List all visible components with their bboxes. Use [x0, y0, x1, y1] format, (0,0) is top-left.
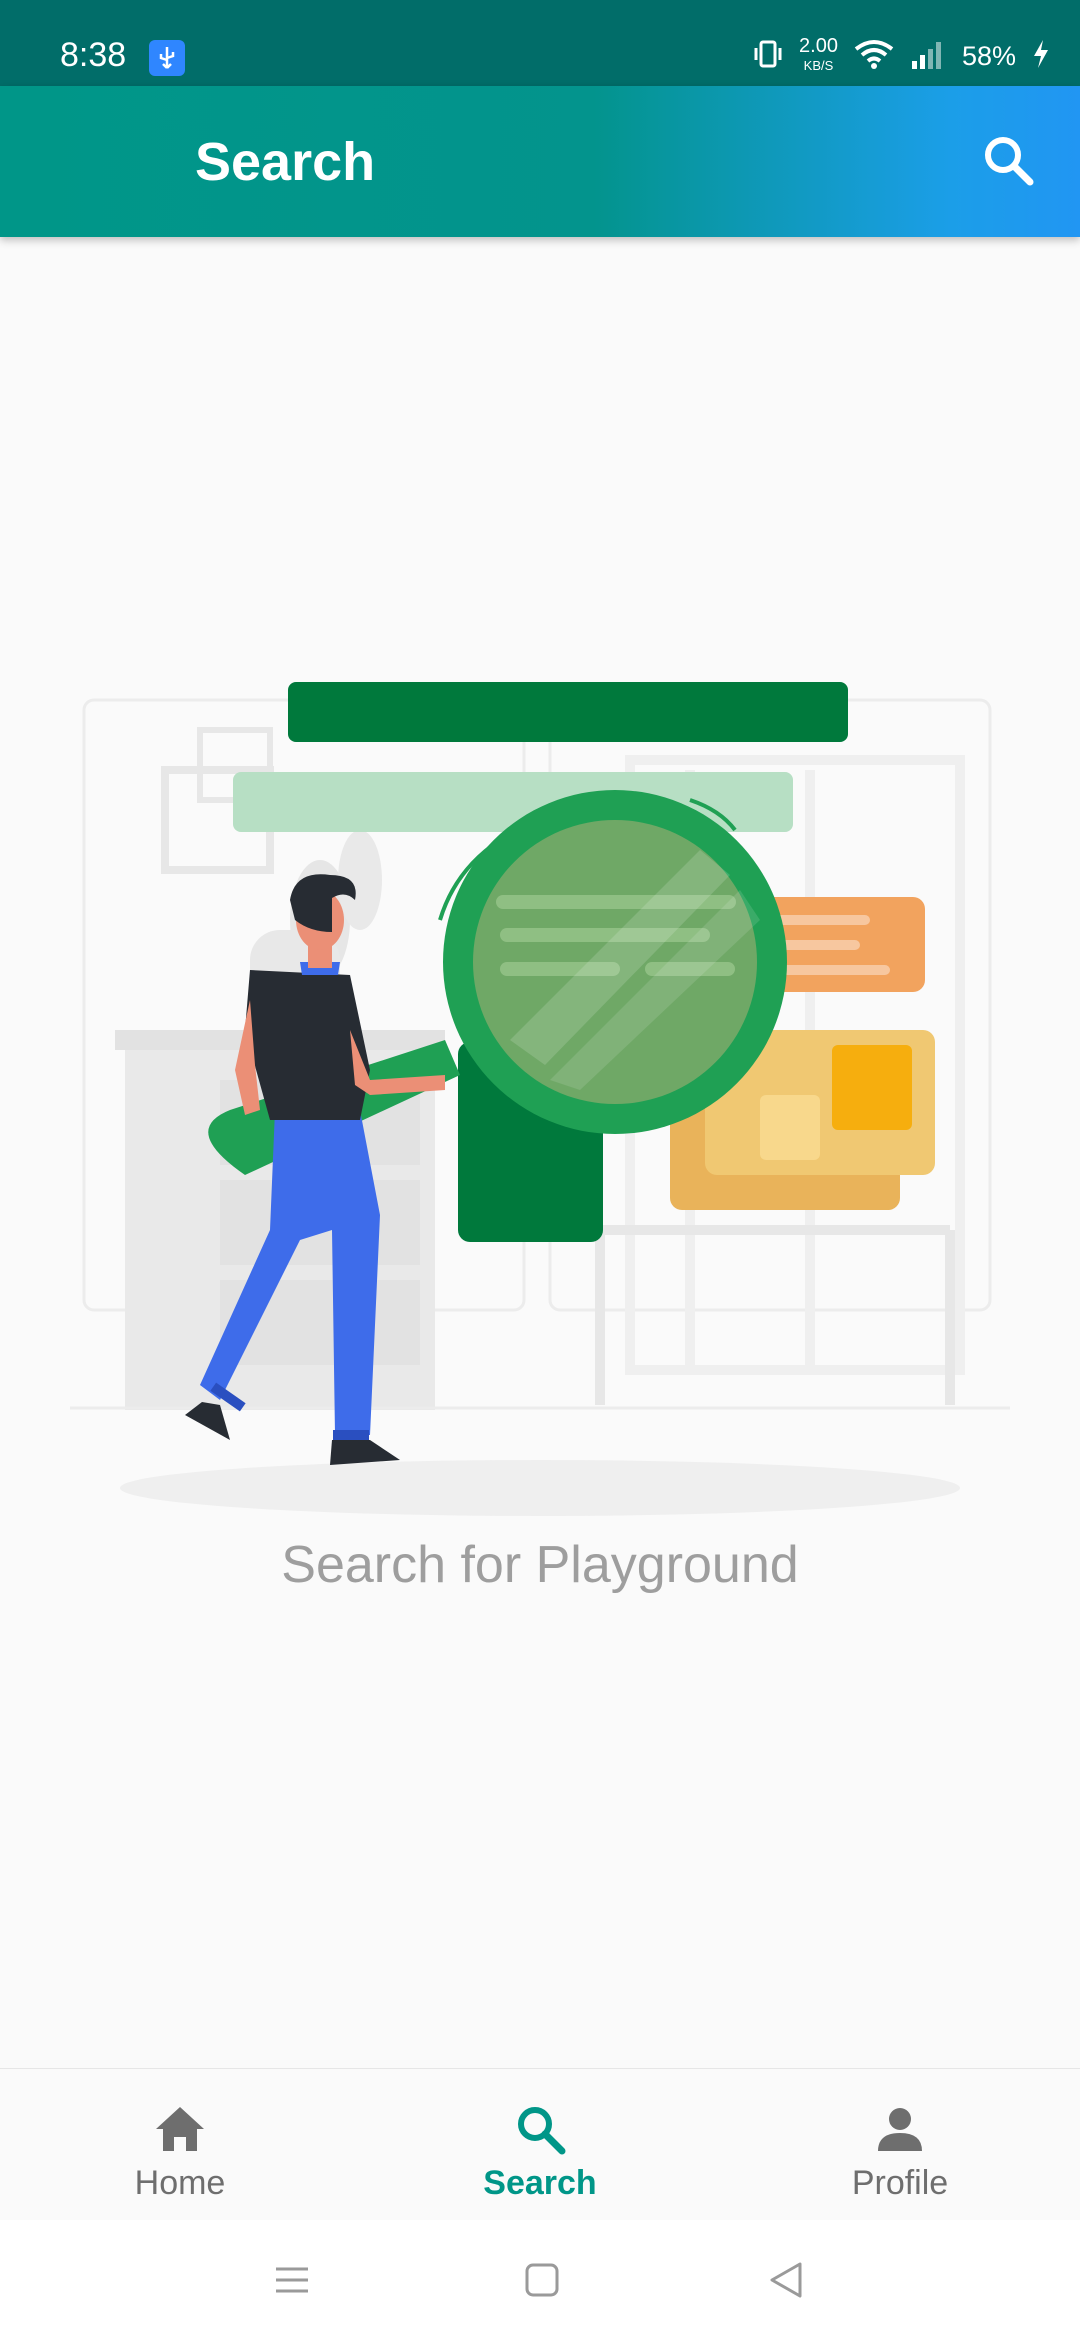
nav-item-profile[interactable]: Profile	[720, 2069, 1080, 2221]
nav-label-search: Search	[483, 2164, 597, 2202]
network-speed: 2.00 KB/S	[799, 35, 838, 75]
search-button[interactable]	[974, 126, 1044, 196]
system-navigation-bar	[0, 2220, 1080, 2340]
network-speed-unit: KB/S	[803, 58, 834, 73]
status-bar: 8:38 2.00 KB/S 58%	[0, 0, 1080, 86]
nav-label-home: Home	[134, 2164, 226, 2202]
nav-label-profile: Profile	[851, 2164, 949, 2202]
page-title: Search	[195, 132, 376, 192]
nav-item-home[interactable]: Home	[0, 2069, 360, 2221]
network-speed-value: 2.00	[799, 35, 838, 57]
signal-icon	[910, 39, 946, 74]
home-icon	[156, 2107, 204, 2151]
vibrate-icon	[753, 38, 783, 75]
person-icon	[878, 2108, 922, 2151]
app-bar: Search	[0, 86, 1080, 237]
wifi-icon	[854, 39, 894, 74]
charging-icon	[1032, 39, 1050, 74]
status-time: 8:38	[60, 36, 127, 74]
home-square-icon[interactable]	[522, 2260, 562, 2300]
battery-percent: 58%	[961, 40, 1016, 71]
search-icon	[518, 2107, 566, 2155]
nav-item-search[interactable]: Search	[360, 2069, 720, 2221]
back-triangle-icon[interactable]	[764, 2258, 808, 2302]
bottom-navigation: Home Search Profile	[0, 2068, 1080, 2221]
empty-state-illustration	[0, 670, 1080, 1530]
search-icon	[985, 137, 1034, 186]
usb-icon	[149, 40, 185, 76]
status-icons: 2.00 KB/S 58%	[753, 36, 1050, 76]
menu-icon[interactable]	[272, 2260, 312, 2300]
empty-state-text: Search for Playground	[281, 1536, 799, 1594]
